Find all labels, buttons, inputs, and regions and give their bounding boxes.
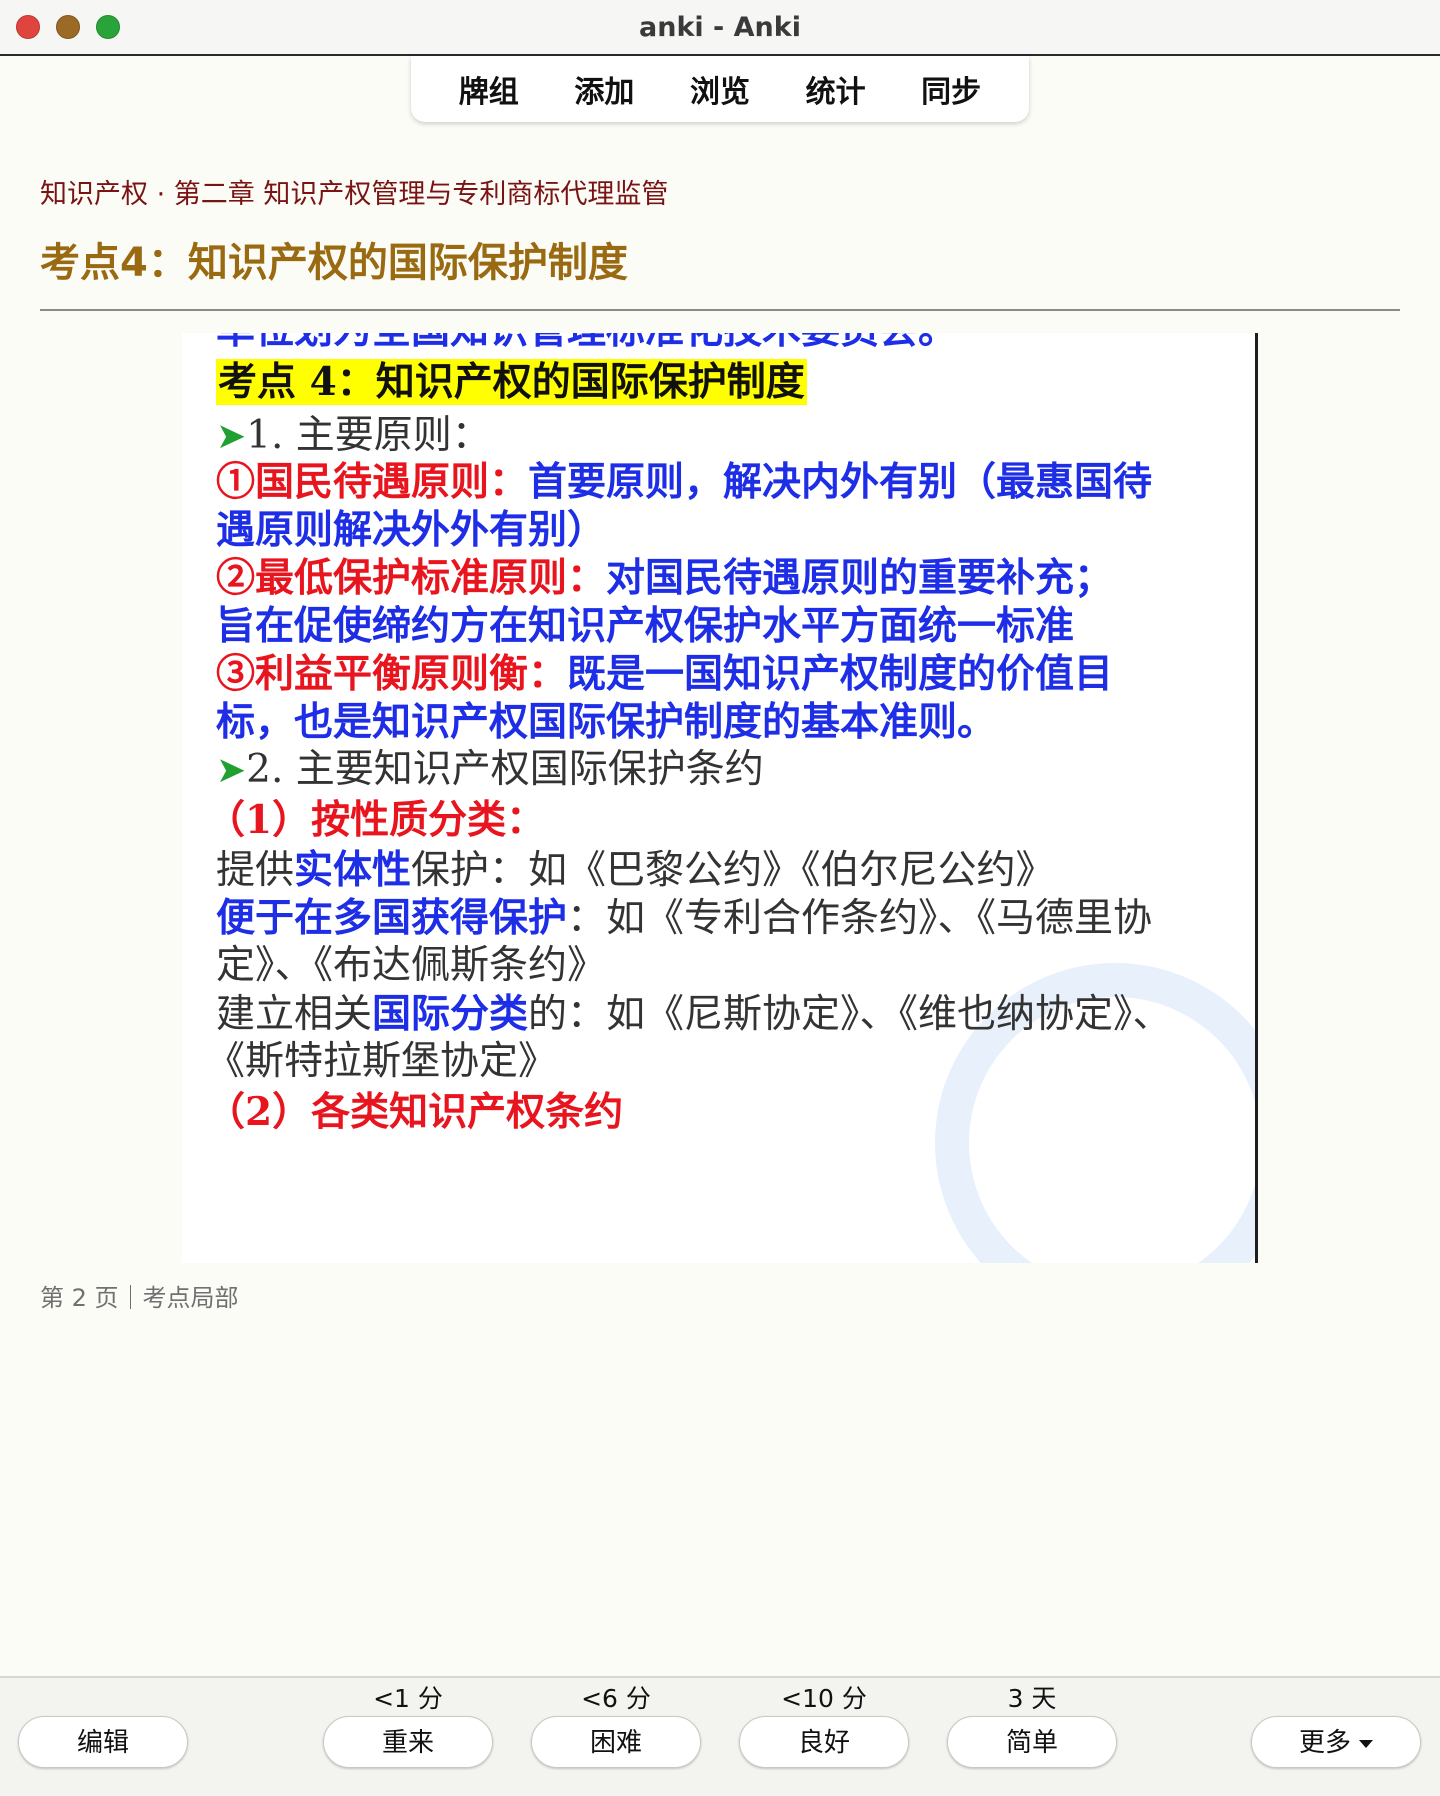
- more-button[interactable]: 更多: [1251, 1716, 1421, 1768]
- slide-principle-3: ③利益平衡原则衡：既是一国知识产权制度的价值目: [216, 649, 1113, 700]
- slide-sub-2: （2）各类知识产权条约: [206, 1089, 624, 1135]
- easy-interval: 3 天: [1007, 1684, 1057, 1713]
- treaty-2-examples: ：如《专利合作条约》、《马德里协: [567, 896, 1153, 941]
- hard-button[interactable]: 困难: [531, 1716, 701, 1768]
- answer-bar: [0, 1676, 1440, 1796]
- slide-treaty-line-2: 便于在多国获得保护：如《专利合作条约》、《马德里协: [216, 893, 1152, 944]
- card-slide-image: 单位划为全国知识管理标准化技术委员会。 考点 4：知识产权的国际保护制度 ➤1.…: [182, 333, 1258, 1263]
- treaty-1-prefix: 提供: [216, 848, 295, 893]
- treaty-3-examples: 的：如《尼斯协定》、《维也纳协定》、: [528, 992, 1172, 1037]
- again-button[interactable]: 重来: [323, 1716, 493, 1768]
- slide-treaty-line-3: 建立相关国际分类的：如《尼斯协定》、《维也纳协定》、: [216, 989, 1172, 1040]
- hard-interval: <6 分: [581, 1684, 651, 1713]
- treaty-1-examples: 保护：如《巴黎公约》《伯尔尼公约》: [411, 848, 1055, 893]
- slide-section-1: ➤1. 主要原则：: [216, 411, 491, 462]
- edit-button[interactable]: 编辑: [18, 1716, 188, 1768]
- top-toolbar: 牌组 添加 浏览 统计 同步: [411, 56, 1029, 122]
- title-bar: anki - Anki: [0, 0, 1440, 56]
- slide-treaty-line-1: 提供实体性保护：如《巴黎公约》《伯尔尼公约》: [216, 845, 1055, 896]
- more-label: 更多: [1298, 1728, 1351, 1758]
- treaty-3-prefix: 建立相关: [216, 992, 373, 1037]
- nav-sync[interactable]: 同步: [911, 63, 991, 115]
- treaty-2-keyword: 便于在多国获得保护: [216, 895, 568, 941]
- good-button[interactable]: 良好: [739, 1716, 909, 1768]
- principle-2-name: ②最低保护标准原则：: [216, 555, 607, 601]
- section-2-label: 2. 主要知识产权国际保护条约: [246, 747, 764, 792]
- nav-stats[interactable]: 统计: [796, 63, 876, 115]
- slide-principle-2: ②最低保护标准原则：对国民待遇原则的重要补充；: [216, 553, 1113, 604]
- slide-principle-2-cont: 旨在促使缔约方在知识产权保护水平方面统一标准: [216, 603, 1075, 649]
- slide-principle-1-cont: 遇原则解决外外有别）: [216, 507, 607, 553]
- slide-principle-1: ①国民待遇原则：首要原则，解决内外有别（最惠国待: [216, 457, 1152, 508]
- section-1-label: 1. 主要原则：: [246, 413, 491, 458]
- nav-add[interactable]: 添加: [564, 63, 644, 115]
- slide-heading: 考点 4：知识产权的国际保护制度: [216, 359, 807, 405]
- slide-principle-3-cont: 标，也是知识产权国际保护制度的基本准则。: [216, 699, 997, 745]
- slide-heading-line: 考点 4：知识产权的国际保护制度: [216, 357, 807, 408]
- slide-section-2: ➤2. 主要知识产权国际保护条约: [216, 745, 764, 796]
- again-interval: <1 分: [373, 1684, 443, 1713]
- slide-treaty-line-2-cont: 定》、《布达佩斯条约》: [216, 943, 607, 988]
- anki-window: anki - Anki 牌组 添加 浏览 统计 同步 知识产权 · 第二章 知识…: [0, 0, 1440, 1796]
- principle-3-name: ③利益平衡原则衡：: [216, 651, 568, 697]
- principle-2-desc: 对国民待遇原则的重要补充；: [606, 555, 1114, 601]
- window-title: anki - Anki: [639, 12, 801, 43]
- title-divider: [40, 309, 1400, 311]
- principle-3-desc: 既是一国知识产权制度的价值目: [567, 651, 1114, 697]
- caret-down-icon: [1359, 1739, 1373, 1748]
- treaty-3-keyword: 国际分类: [372, 991, 529, 1037]
- principle-1-desc: 首要原则，解决内外有别（最惠国待: [528, 459, 1153, 505]
- green-arrow-icon: ➤: [216, 750, 247, 791]
- slide-sub-1: （1）按性质分类：: [206, 797, 546, 843]
- nav-decks[interactable]: 牌组: [449, 63, 529, 115]
- card-title: 考点4：知识产权的国际保护制度: [40, 240, 628, 286]
- card-breadcrumb: 知识产权 · 第二章 知识产权管理与专利商标代理监管: [40, 179, 669, 210]
- slide-cut-line: 单位划为全国知识管理标准化技术委员会。: [216, 333, 957, 355]
- treaty-1-keyword: 实体性: [294, 847, 412, 893]
- page-note: 第 2 页｜考点局部: [40, 1284, 239, 1312]
- nav-browse[interactable]: 浏览: [680, 63, 760, 115]
- good-interval: <10 分: [781, 1684, 867, 1713]
- slide-treaty-line-3-cont: 《斯特拉斯堡协定》: [206, 1039, 558, 1084]
- easy-button[interactable]: 简单: [947, 1716, 1117, 1768]
- principle-1-name: ①国民待遇原则：: [216, 459, 529, 505]
- green-arrow-icon: ➤: [216, 416, 247, 457]
